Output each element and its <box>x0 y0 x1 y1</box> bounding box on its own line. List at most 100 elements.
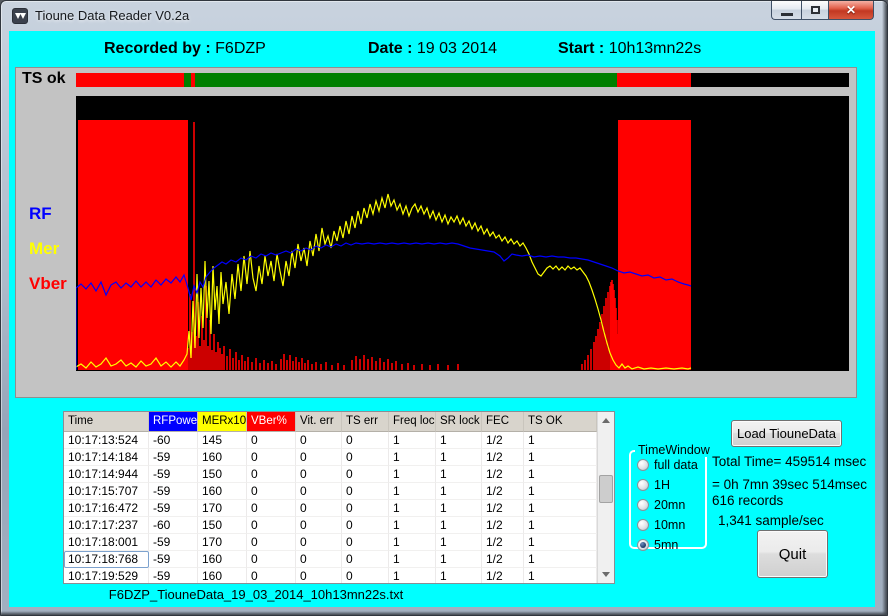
table-cell[interactable]: 0 <box>247 568 296 584</box>
table-row[interactable]: 10:17:16:472-59170000111/21 <box>64 500 614 517</box>
table-row[interactable]: 10:17:18:001-59170000111/21 <box>64 534 614 551</box>
table-cell[interactable]: 160 <box>198 449 247 466</box>
table-cell[interactable]: 150 <box>198 517 247 534</box>
radio-option-full-data[interactable]: full data <box>637 458 705 472</box>
load-tiounedata-button[interactable]: Load TiouneData <box>731 420 842 447</box>
table-cell[interactable]: 1 <box>436 449 482 466</box>
table-cell[interactable]: 10:17:15:707 <box>64 483 149 500</box>
table-cell[interactable]: 0 <box>296 449 342 466</box>
table-cell[interactable]: 1 <box>436 500 482 517</box>
table-cell[interactable]: 1 <box>389 517 436 534</box>
maximize-button[interactable] <box>801 1 829 20</box>
table-cell[interactable]: -60 <box>149 517 198 534</box>
table-cell[interactable]: 1 <box>524 466 597 483</box>
radio-option-5mn[interactable]: 5mn <box>637 538 705 552</box>
scroll-up-button[interactable] <box>598 412 614 429</box>
table-cell[interactable]: 10:17:16:472 <box>64 500 149 517</box>
table-cell[interactable]: 1 <box>389 449 436 466</box>
header-cell-rfpower[interactable]: RFPower <box>149 412 198 432</box>
table-cell[interactable]: 10:17:14:184 <box>64 449 149 466</box>
table-cell[interactable]: -59 <box>149 449 198 466</box>
header-cell-fec[interactable]: FEC <box>482 412 524 432</box>
table-cell[interactable]: 0 <box>296 466 342 483</box>
table-cell[interactable]: 1 <box>389 551 436 568</box>
table-row[interactable]: 10:17:18:768-59160000111/21 <box>64 551 614 568</box>
table-cell[interactable]: 1 <box>389 568 436 584</box>
table-cell[interactable]: 10:17:18:001 <box>64 534 149 551</box>
table-cell[interactable]: 1 <box>524 449 597 466</box>
table-row[interactable]: 10:17:14:944-59150000111/21 <box>64 466 614 483</box>
table-cell[interactable]: 170 <box>198 500 247 517</box>
table-cell[interactable]: 1 <box>389 500 436 517</box>
table-cell[interactable]: 1/2 <box>482 432 524 449</box>
header-cell-merx10[interactable]: MERx10 <box>198 412 247 432</box>
table-cell[interactable]: -59 <box>149 551 198 568</box>
table-cell[interactable]: 170 <box>198 534 247 551</box>
table-cell[interactable]: 1 <box>389 534 436 551</box>
table-cell[interactable]: 1 <box>524 534 597 551</box>
table-cell[interactable]: -59 <box>149 568 198 584</box>
table-cell[interactable]: 0 <box>247 466 296 483</box>
table-cell[interactable]: 0 <box>247 551 296 568</box>
table-cell[interactable]: 10:17:18:768 <box>64 551 149 568</box>
header-cell-ts-err[interactable]: TS err <box>342 412 389 432</box>
table-cell[interactable]: 1/2 <box>482 534 524 551</box>
table-row[interactable]: 10:17:14:184-59160000111/21 <box>64 449 614 466</box>
table-cell[interactable]: 1 <box>389 483 436 500</box>
radio-option-10mn[interactable]: 10mn <box>637 518 705 532</box>
table-cell[interactable]: 150 <box>198 466 247 483</box>
table-cell[interactable]: 1 <box>389 432 436 449</box>
table-cell[interactable]: 1 <box>436 517 482 534</box>
table-cell[interactable]: 160 <box>198 568 247 584</box>
header-cell-ts-ok[interactable]: TS OK <box>524 412 597 432</box>
quit-button[interactable]: Quit <box>757 530 828 578</box>
table-cell[interactable]: 1 <box>524 432 597 449</box>
header-cell-vit-err[interactable]: Vit. err <box>296 412 342 432</box>
table-row[interactable]: 10:17:13:524-60145000111/21 <box>64 432 614 449</box>
table-cell[interactable]: 1/2 <box>482 517 524 534</box>
table-cell[interactable]: 1 <box>436 534 482 551</box>
table-cell[interactable]: 0 <box>296 534 342 551</box>
table-cell[interactable]: 0 <box>296 432 342 449</box>
table-cell[interactable]: 0 <box>296 483 342 500</box>
titlebar[interactable]: Tioune Data Reader V0.2a ✕ <box>1 1 887 31</box>
table-cell[interactable]: 0 <box>342 483 389 500</box>
table-cell[interactable]: 0 <box>296 568 342 584</box>
table-cell[interactable]: 0 <box>247 534 296 551</box>
table-cell[interactable]: 0 <box>296 500 342 517</box>
table-cell[interactable]: 0 <box>342 432 389 449</box>
table-cell[interactable]: 1 <box>436 568 482 584</box>
table-cell[interactable]: 1 <box>436 466 482 483</box>
table-cell[interactable]: 0 <box>342 449 389 466</box>
minimize-button[interactable] <box>771 1 801 20</box>
header-cell-time[interactable]: Time <box>64 412 149 432</box>
header-cell-sr-lock[interactable]: SR lock <box>436 412 482 432</box>
table-cell[interactable]: 0 <box>342 500 389 517</box>
table-cell[interactable]: 1 <box>524 517 597 534</box>
table-row[interactable]: 10:17:17:237-60150000111/21 <box>64 517 614 534</box>
table-cell[interactable]: 0 <box>342 568 389 584</box>
table-cell[interactable]: 1/2 <box>482 551 524 568</box>
table-cell[interactable]: 160 <box>198 551 247 568</box>
table-cell[interactable]: 1 <box>524 551 597 568</box>
table-cell[interactable]: 0 <box>342 466 389 483</box>
table-cell[interactable]: 160 <box>198 483 247 500</box>
table-cell[interactable]: 1/2 <box>482 466 524 483</box>
table-cell[interactable]: 10:17:19:529 <box>64 568 149 584</box>
table-cell[interactable]: 0 <box>342 551 389 568</box>
table-cell[interactable]: 0 <box>247 483 296 500</box>
table-cell[interactable]: 0 <box>247 449 296 466</box>
scroll-thumb[interactable] <box>599 475 613 503</box>
table-scrollbar[interactable] <box>597 412 614 583</box>
table-cell[interactable]: 10:17:13:524 <box>64 432 149 449</box>
table-cell[interactable]: 1 <box>524 483 597 500</box>
table-cell[interactable]: 1 <box>436 551 482 568</box>
table-cell[interactable]: 1/2 <box>482 500 524 517</box>
table-cell[interactable]: 0 <box>342 517 389 534</box>
table-cell[interactable]: -59 <box>149 483 198 500</box>
table-row[interactable]: 10:17:19:529-59160000111/21 <box>64 568 614 584</box>
table-cell[interactable]: 0 <box>247 500 296 517</box>
table-cell[interactable]: 1 <box>524 568 597 584</box>
table-cell[interactable]: -59 <box>149 500 198 517</box>
table-cell[interactable]: 1 <box>436 483 482 500</box>
